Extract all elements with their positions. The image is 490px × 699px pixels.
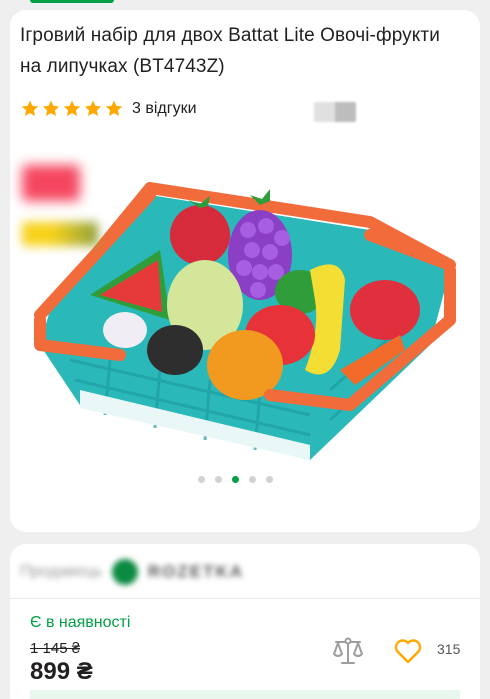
compare-scales-icon[interactable] — [332, 636, 364, 666]
promo-badge-yellow — [22, 222, 98, 246]
rating-stars — [20, 99, 124, 119]
old-price: 1 145 ₴ — [30, 640, 81, 657]
availability-status: Є в наявності — [30, 614, 131, 631]
seller-logo-icon — [111, 559, 138, 585]
gallery-dot-active[interactable] — [231, 476, 239, 483]
seller-name[interactable]: ROZETKA — [148, 562, 244, 582]
gallery-dot[interactable] — [265, 476, 273, 483]
top-strip — [0, 0, 490, 8]
active-tab-indicator — [30, 0, 114, 3]
star-icon — [42, 100, 60, 116]
star-icon — [63, 100, 81, 116]
wishlist-count: 315 — [437, 641, 461, 657]
star-icon — [105, 100, 123, 116]
product-image[interactable] — [10, 160, 460, 460]
blurred-code — [314, 102, 356, 122]
wishlist-heart-icon[interactable] — [394, 638, 422, 664]
rating-row[interactable]: 3 відгуки — [20, 97, 197, 121]
seller-label: Продавець — [20, 563, 102, 580]
gallery-dot[interactable] — [197, 476, 205, 483]
star-icon — [84, 100, 102, 116]
current-price: 899 ₴ — [30, 658, 93, 685]
buy-button-edge[interactable] — [30, 690, 460, 699]
product-title: Ігровий набір для двох Battat Lite Овочі… — [20, 25, 440, 77]
gallery-dot[interactable] — [214, 476, 222, 483]
divider — [10, 598, 480, 599]
gallery-dot[interactable] — [248, 476, 256, 483]
promo-badge-red — [22, 165, 80, 201]
gallery-dots — [0, 476, 470, 483]
reviews-link[interactable]: 3 відгуки — [132, 100, 197, 118]
seller-row[interactable]: Продавець ROZETKA — [20, 557, 244, 587]
star-icon — [21, 100, 39, 116]
